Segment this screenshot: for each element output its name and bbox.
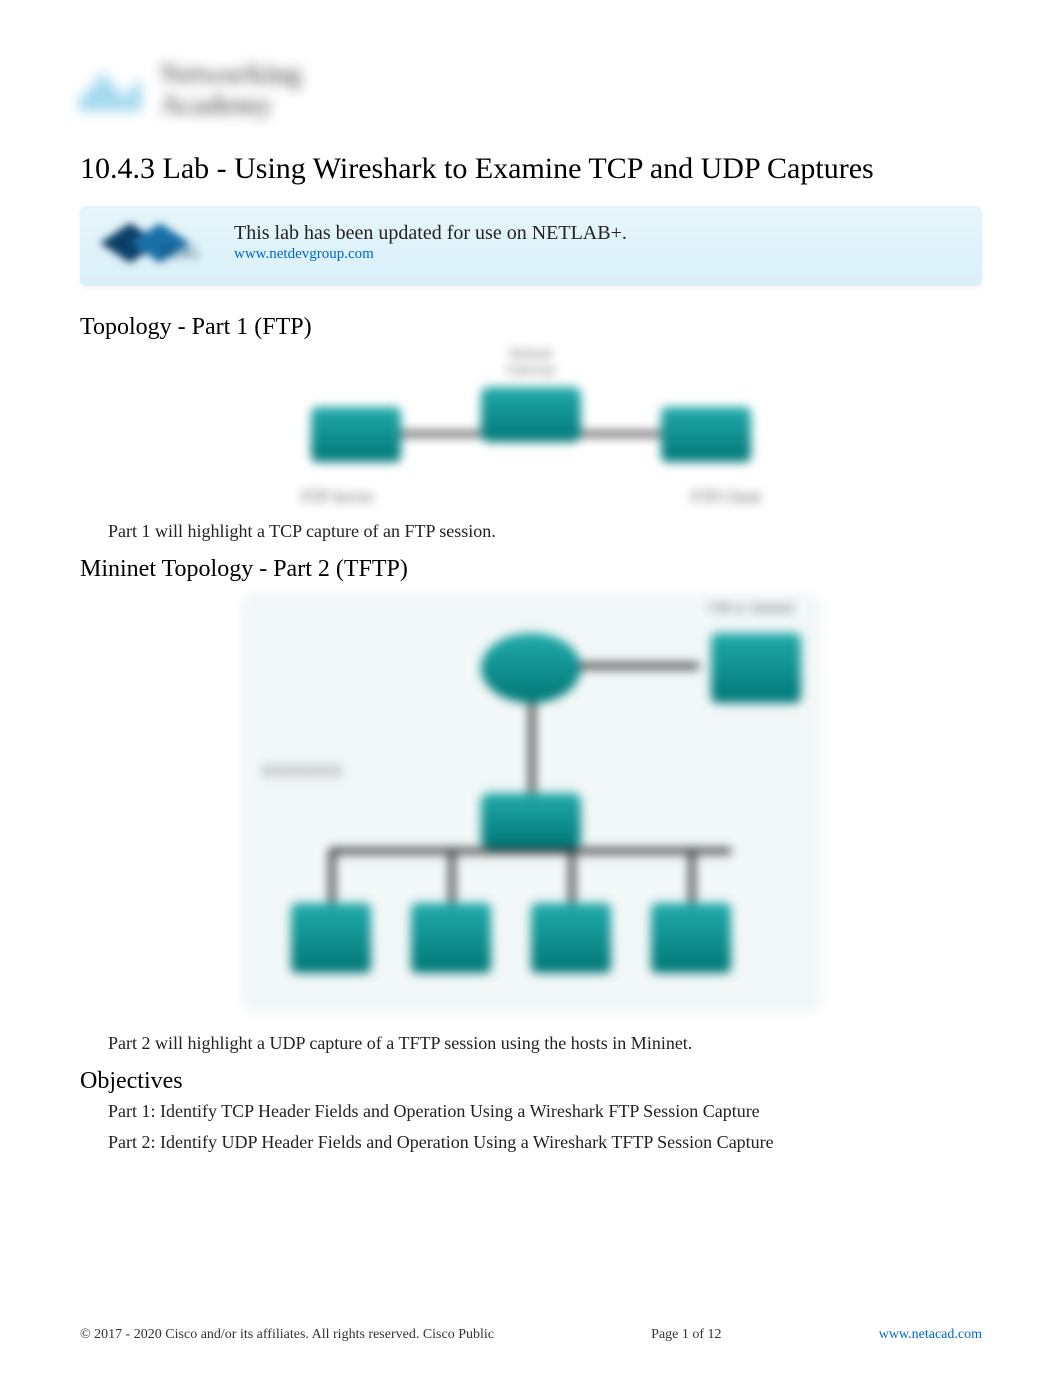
host-icon xyxy=(291,903,371,973)
topology1-label-left: FTP Server xyxy=(301,489,374,507)
topology1-label-top: Default Gateway xyxy=(491,347,571,379)
objective-item: Part 1: Identify TCP Header Fields and O… xyxy=(108,1101,982,1122)
link-icon xyxy=(529,703,535,793)
footer-page-number: Page 1 of 12 xyxy=(651,1327,721,1343)
link-icon xyxy=(331,848,731,854)
router-icon xyxy=(481,633,581,703)
link-icon xyxy=(579,663,699,669)
cisco-bars-icon xyxy=(80,71,140,111)
svg-text:NDG: NDG xyxy=(160,242,199,262)
link-icon xyxy=(329,848,335,908)
topology2-diagram: VM w/ mininet XXXXXXX xyxy=(241,593,821,1013)
link-icon xyxy=(569,848,575,908)
switch-icon xyxy=(481,793,581,848)
ftp-client-icon xyxy=(661,407,751,462)
topology1-heading: Topology - Part 1 (FTP) xyxy=(80,314,982,341)
cisco-netacad-logo: Networking Academy xyxy=(80,60,982,122)
footer-link[interactable]: www.netacad.com xyxy=(879,1327,982,1343)
link-icon xyxy=(689,848,695,908)
netlab-banner: NDG This lab has been updated for use on… xyxy=(80,206,982,286)
logo-text-line2: Academy xyxy=(160,91,302,122)
objective-item: Part 2: Identify UDP Header Fields and O… xyxy=(108,1132,982,1153)
part1-description: Part 1 will highlight a TCP capture of a… xyxy=(108,521,982,542)
netlab-text: This lab has been updated for use on NET… xyxy=(234,222,962,245)
switch-icon xyxy=(481,387,581,442)
topology2-heading: Mininet Topology - Part 2 (TFTP) xyxy=(80,556,982,583)
ndg-logo-icon: NDG xyxy=(100,218,210,268)
objectives-heading: Objectives xyxy=(80,1068,982,1095)
footer-copyright: © 2017 - 2020 Cisco and/or its affiliate… xyxy=(80,1327,494,1343)
link-icon xyxy=(449,848,455,908)
host-icon xyxy=(531,903,611,973)
ftp-server-icon xyxy=(311,407,401,462)
part2-description: Part 2 will highlight a UDP capture of a… xyxy=(108,1033,982,1054)
logo-text-line1: Networking xyxy=(160,60,302,91)
netlab-link[interactable]: www.netdevgroup.com xyxy=(234,246,374,262)
topology2-vm-label: VM w/ mininet xyxy=(691,601,811,617)
topology1-label-right: FTP Client xyxy=(691,489,761,507)
host-icon xyxy=(651,903,731,973)
page-footer: © 2017 - 2020 Cisco and/or its affiliate… xyxy=(80,1327,982,1343)
link-icon xyxy=(581,431,661,437)
link-icon xyxy=(401,431,481,437)
lab-title: 10.4.3 Lab - Using Wireshark to Examine … xyxy=(80,152,982,186)
host-icon xyxy=(411,903,491,973)
topology2-left-label: XXXXXXX xyxy=(261,763,342,781)
topology1-diagram: Default Gateway FTP Server FTP Client xyxy=(291,347,771,507)
vm-host-icon xyxy=(711,633,801,703)
